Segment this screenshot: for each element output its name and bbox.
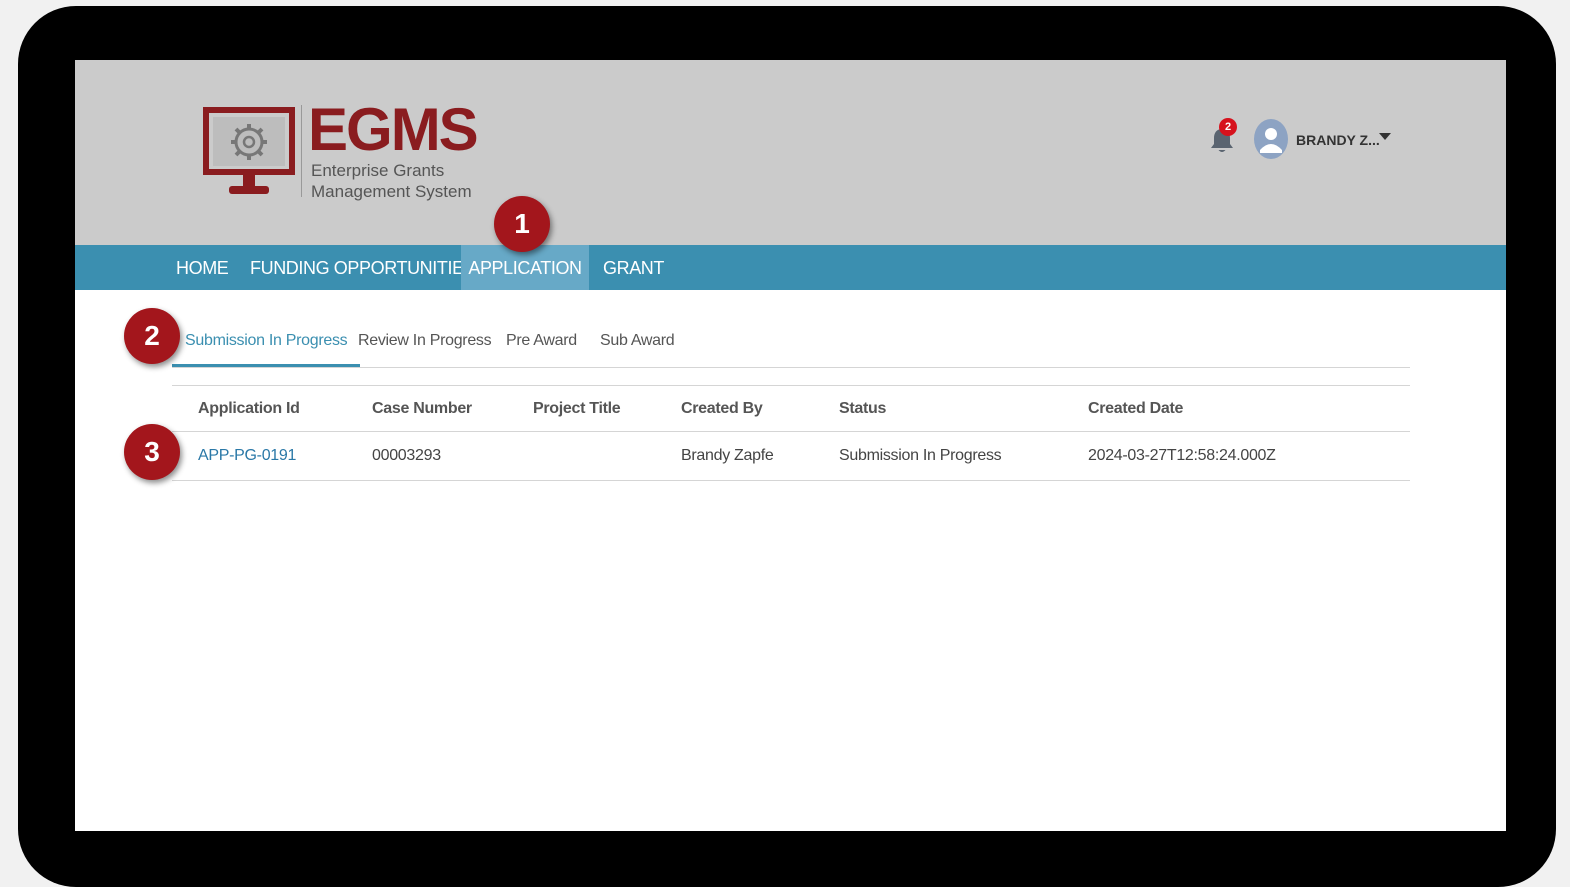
created-date-cell: 2024-03-27T12:58:24.000Z <box>1088 447 1276 464</box>
case-number-cell: 00003293 <box>372 447 441 464</box>
application-tabs: Submission In Progress Review In Progres… <box>172 326 1410 368</box>
tab-submission-in-progress[interactable]: Submission In Progress <box>172 326 361 367</box>
tab-review-in-progress[interactable]: Review In Progress <box>358 326 492 366</box>
table-header-row: Application Id Case Number Project Title… <box>172 386 1410 432</box>
column-header-application-id[interactable]: Application Id <box>198 386 300 431</box>
user-menu-name[interactable]: BRANDY Z... <box>1296 132 1380 148</box>
logo-divider <box>301 105 302 197</box>
table-row: APP-PG-0191 00003293 Brandy Zapfe Submis… <box>172 432 1410 481</box>
notification-badge: 2 <box>1219 118 1237 136</box>
created-by-cell: Brandy Zapfe <box>681 447 774 464</box>
step-marker-3: 3 <box>124 424 180 480</box>
step-marker-2: 2 <box>124 308 180 364</box>
main-nav: HOME FUNDING OPPORTUNITIES APPLICATION G… <box>75 245 1506 290</box>
column-header-created-by[interactable]: Created By <box>681 386 763 431</box>
egms-logo[interactable]: EGMS Enterprise Grants Management System <box>203 96 479 202</box>
logo-subtitle: Enterprise Grants Management System <box>311 160 472 202</box>
header: EGMS Enterprise Grants Management System… <box>75 60 1506 245</box>
applications-table: Application Id Case Number Project Title… <box>172 385 1410 481</box>
nav-item-grant[interactable]: GRANT <box>603 245 664 290</box>
monitor-gear-icon <box>203 107 295 194</box>
column-header-project-title[interactable]: Project Title <box>533 386 621 431</box>
status-cell: Submission In Progress <box>839 447 1002 464</box>
logo-title: EGMS <box>308 96 479 163</box>
user-avatar-icon[interactable] <box>1254 119 1288 159</box>
tab-pre-award[interactable]: Pre Award <box>506 326 577 366</box>
app-screen: EGMS Enterprise Grants Management System… <box>75 60 1506 831</box>
logo-subtitle-line1: Enterprise Grants <box>311 161 445 180</box>
tab-sub-award[interactable]: Sub Award <box>600 326 675 366</box>
logo-subtitle-line2: Management System <box>311 182 472 201</box>
column-header-case-number[interactable]: Case Number <box>372 386 472 431</box>
column-header-created-date[interactable]: Created Date <box>1088 386 1183 431</box>
nav-item-home[interactable]: HOME <box>175 245 229 290</box>
column-header-status[interactable]: Status <box>839 386 886 431</box>
application-id-link[interactable]: APP-PG-0191 <box>198 432 296 480</box>
nav-item-funding-opportunities[interactable]: FUNDING OPPORTUNITIES <box>250 245 476 290</box>
caret-down-icon[interactable] <box>1379 133 1391 140</box>
step-marker-1: 1 <box>494 196 550 252</box>
